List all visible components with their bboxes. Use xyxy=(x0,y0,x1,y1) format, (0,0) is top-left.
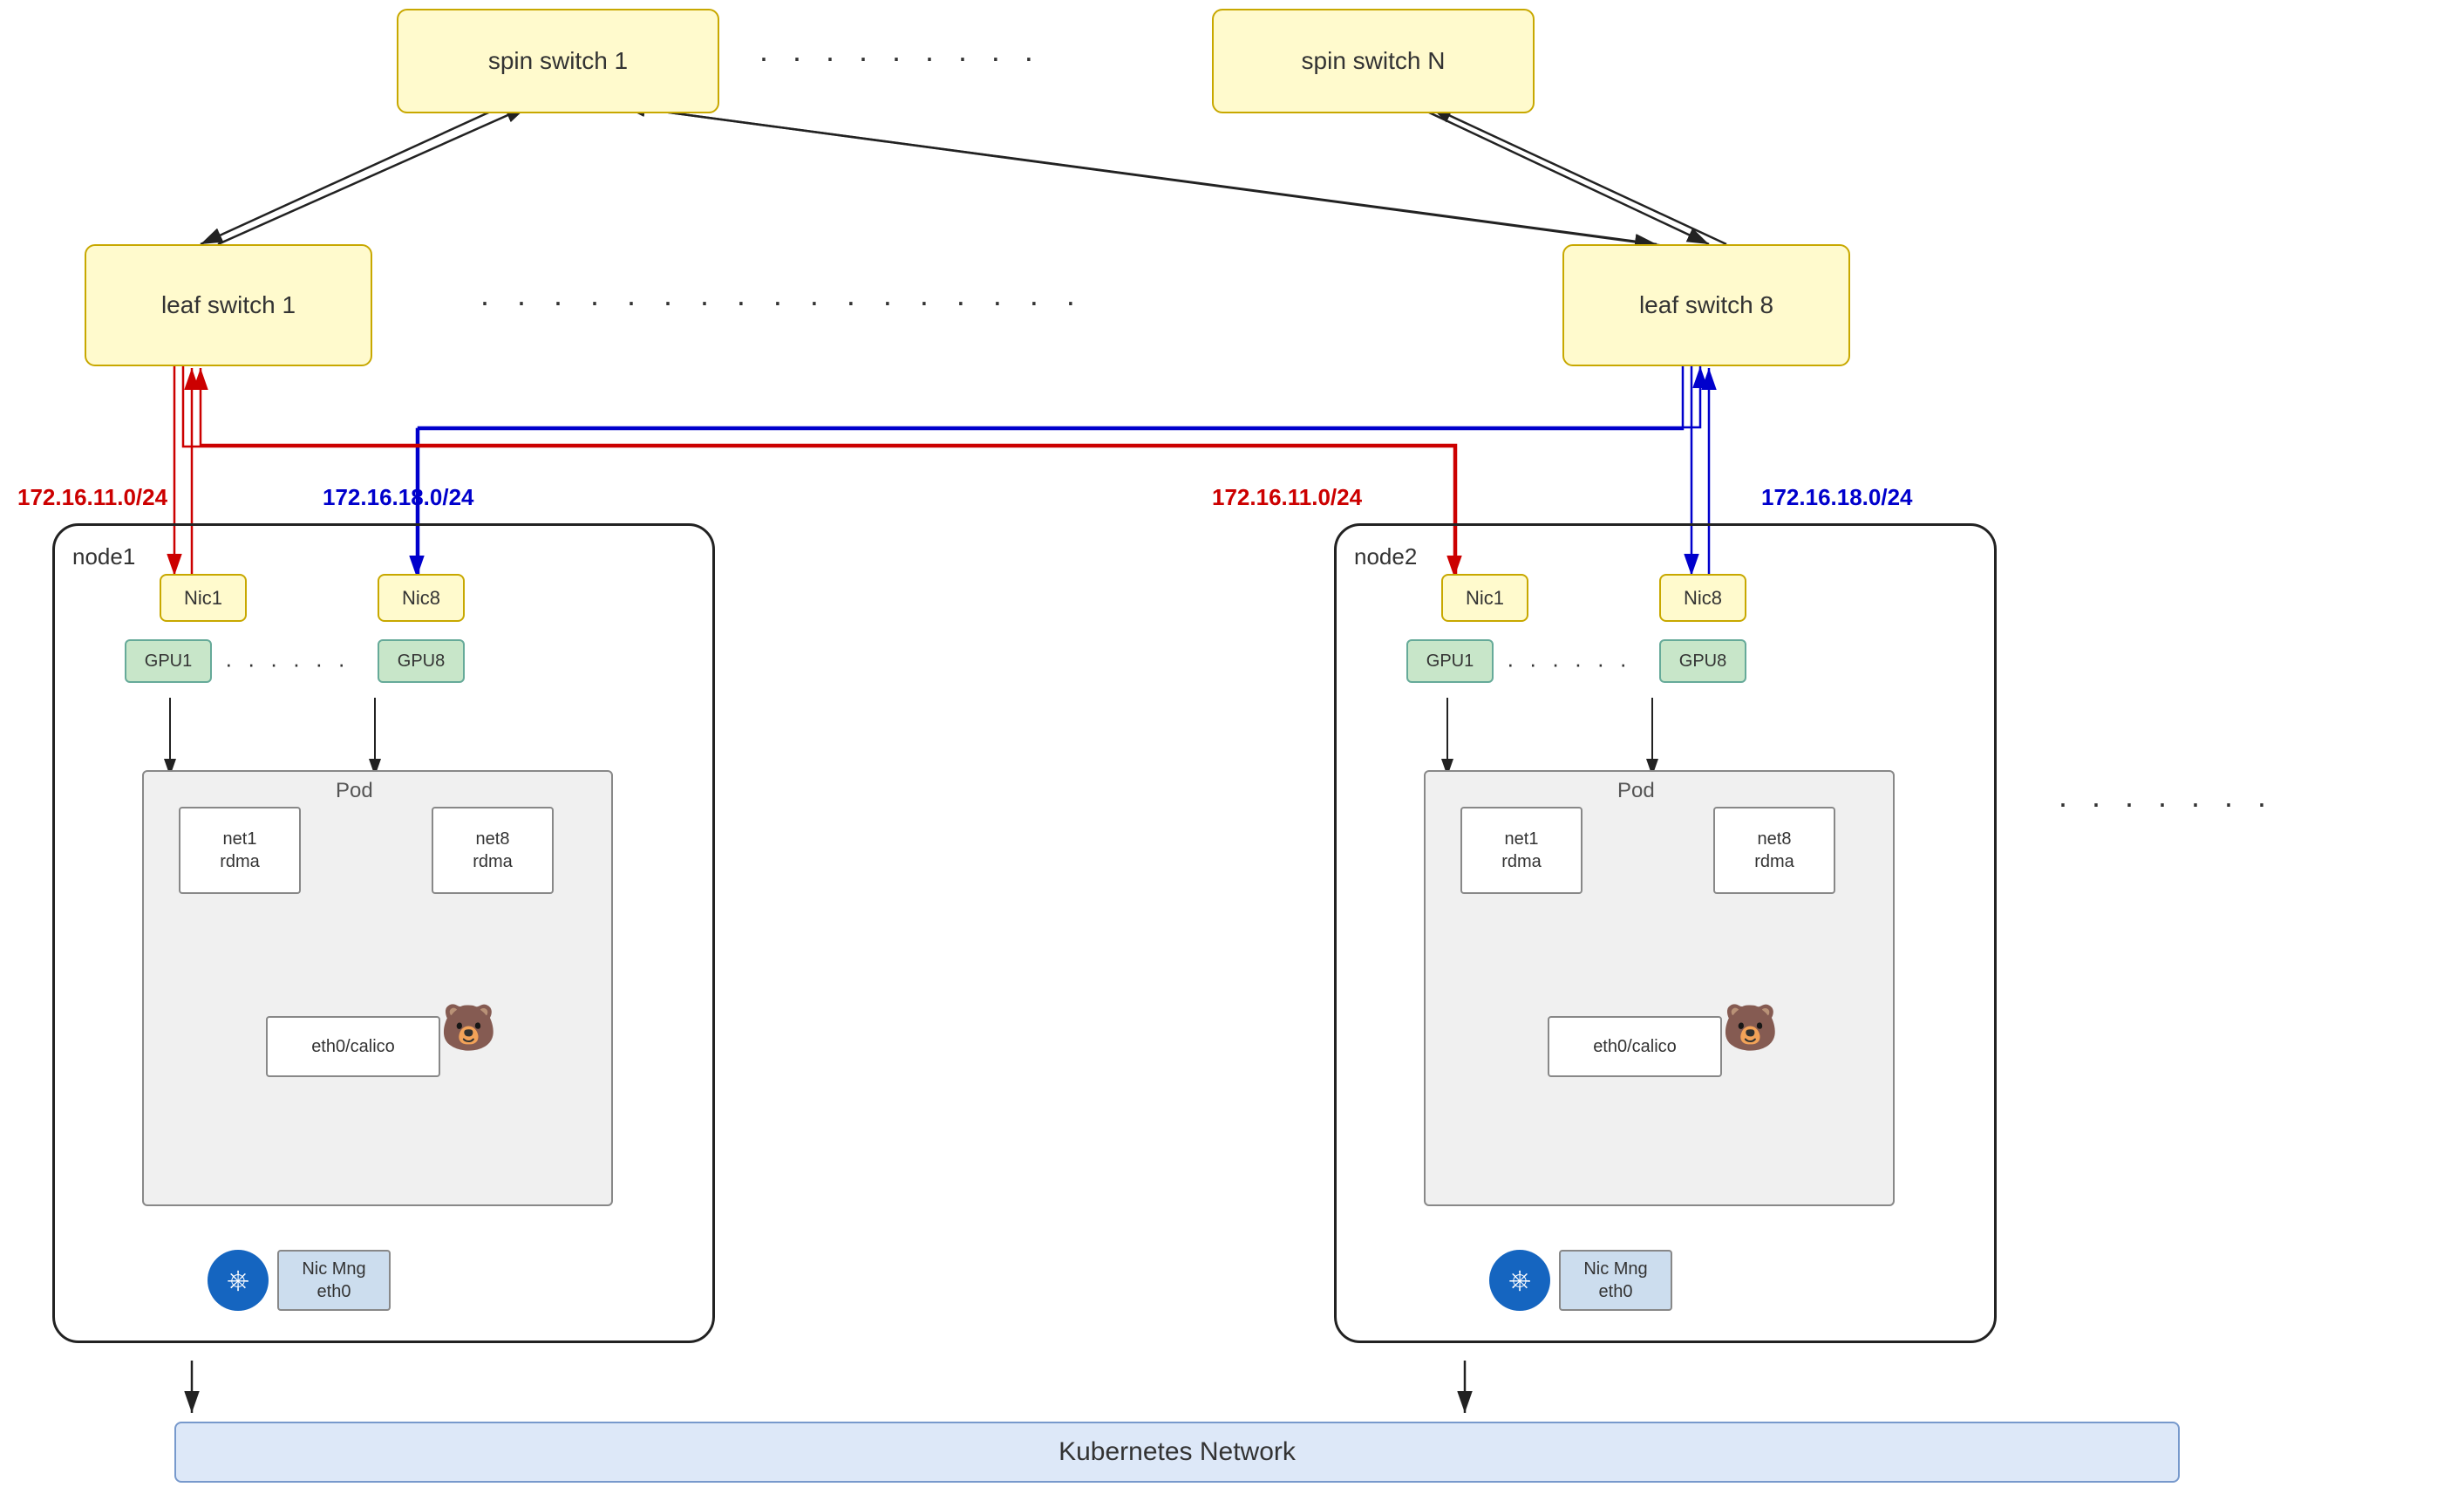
net1-rdma-node1: net1rdma xyxy=(179,807,301,894)
node1-container: node1 Nic1 Nic8 GPU1 GPU8 · · · · · · Po… xyxy=(52,523,715,1343)
subnet-blue-node2: 172.16.18.0/24 xyxy=(1761,484,1913,511)
nic1-node1: Nic1 xyxy=(160,574,247,622)
spin-switch-n: spin switch N xyxy=(1212,9,1535,113)
pod-node1: Pod net1rdma net8rdma eth0/calico 🐻 xyxy=(142,770,613,1206)
eth0-calico-node1: eth0/calico xyxy=(266,1016,440,1077)
nic8-node2: Nic8 xyxy=(1659,574,1746,622)
spin-switch-dots: · · · · · · · · · xyxy=(759,39,1041,76)
gpu8-node2: GPU8 xyxy=(1659,639,1746,683)
nic-mng-node1: Nic Mngeth0 xyxy=(277,1250,391,1311)
k8s-icon-node2: ⎈ xyxy=(1489,1250,1550,1311)
net1-rdma-node2: net1rdma xyxy=(1460,807,1583,894)
node1-label: node1 xyxy=(72,543,135,570)
leaf-switch-8: leaf switch 8 xyxy=(1562,244,1850,366)
kubernetes-network: Kubernetes Network xyxy=(174,1422,2180,1483)
calico-icon-node2: 🐻 xyxy=(1722,1006,1779,1051)
k8s-icon-node1: ⎈ xyxy=(208,1250,269,1311)
leaf-switch-dots: · · · · · · · · · · · · · · · · · xyxy=(480,283,1085,320)
right-dots: · · · · · · · xyxy=(2058,785,2274,822)
subnet-red-node2: 172.16.11.0/24 xyxy=(1212,484,1362,511)
net8-rdma-node2: net8rdma xyxy=(1713,807,1835,894)
gpu-dots-node2: · · · · · · xyxy=(1507,651,1631,678)
pod-label-node1: Pod xyxy=(336,779,373,803)
subnet-blue-node1: 172.16.18.0/24 xyxy=(323,484,474,511)
nic1-node2: Nic1 xyxy=(1441,574,1528,622)
gpu8-node1: GPU8 xyxy=(378,639,465,683)
gpu1-node2: GPU1 xyxy=(1406,639,1494,683)
nic8-node1: Nic8 xyxy=(378,574,465,622)
nic-mng-node2: Nic Mngeth0 xyxy=(1559,1250,1672,1311)
spin-switch-1: spin switch 1 xyxy=(397,9,719,113)
eth0-calico-node2: eth0/calico xyxy=(1548,1016,1722,1077)
leaf-switch-1: leaf switch 1 xyxy=(85,244,372,366)
gpu1-node1: GPU1 xyxy=(125,639,212,683)
pod-label-node2: Pod xyxy=(1617,779,1655,803)
pod-node2: Pod net1rdma net8rdma eth0/calico 🐻 xyxy=(1424,770,1895,1206)
node2-container: node2 Nic1 Nic8 GPU1 GPU8 · · · · · · Po… xyxy=(1334,523,1997,1343)
subnet-red-node1: 172.16.11.0/24 xyxy=(17,484,167,511)
net8-rdma-node1: net8rdma xyxy=(432,807,554,894)
gpu-dots-node1: · · · · · · xyxy=(225,651,350,678)
calico-icon-node1: 🐻 xyxy=(440,1006,497,1051)
node2-label: node2 xyxy=(1354,543,1417,570)
